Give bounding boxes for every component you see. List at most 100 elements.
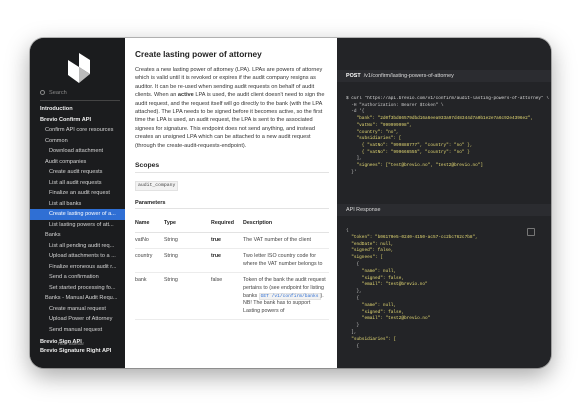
code-line: "signed": false, (346, 275, 404, 281)
code-line: "endDate": null, (346, 241, 394, 247)
code-line: "bank": "2d0f3bd86579dbd16a6eea933a97d48… (346, 116, 534, 122)
sidebar-item-create-audit-requests[interactable]: Create audit requests (30, 167, 125, 178)
code-line: "signees": ["test@brevio.no", "test2@bre… (346, 163, 484, 169)
request-title: POST/v1/confirm/lasting-powers-of-attorn… (346, 73, 454, 79)
main-content: Create lasting power of attorney Creates… (125, 38, 337, 368)
code-line: "signees": [ (346, 255, 383, 261)
code-line: "token": "b06170e5-0240-4150-ac57-cc2bc7… (346, 234, 478, 240)
sidebar-nav: Introduction Brevio Confirm API Confirm AP… (30, 104, 125, 335)
param-type: String (164, 232, 211, 250)
code-line: }' (346, 169, 357, 175)
param-required: true (211, 232, 243, 250)
endpoint-path: /v1/confirm/lasting-powers-of-attorney (363, 73, 454, 79)
sidebar-item-list-all-pending-audit-req[interactable]: List all pending audit req... (30, 241, 125, 252)
sidebar-item-brevio-signature-right-api[interactable]: Brevio Signature Right API (30, 347, 125, 356)
column-header: Type (164, 218, 211, 233)
table-row: country String true Two letter ISO count… (135, 248, 329, 274)
param-description: Two letter ISO country code for where th… (243, 248, 329, 274)
code-line: ], (346, 329, 357, 335)
param-required: false (211, 272, 243, 321)
sidebar-item-list-all-banks[interactable]: List all banks (30, 199, 125, 210)
http-method: POST (346, 73, 361, 79)
endpoint-description: Creates a new lasting power of attorney … (135, 66, 329, 150)
code-line: { (346, 295, 360, 301)
sidebar-item-create-manual-request[interactable]: Create manual request (30, 304, 125, 315)
param-type: String (164, 248, 211, 274)
code-line: "signed": false, (346, 248, 394, 254)
divider (135, 172, 329, 173)
divider (135, 208, 329, 209)
code-line: -d '{ (346, 109, 365, 115)
sidebar-item-confirm-api-core-resources[interactable]: Confirm API core resources (30, 125, 125, 136)
sidebar-item-set-started-processing-fo[interactable]: Set started processing fo... (30, 283, 125, 294)
code-line: { (346, 228, 349, 233)
sidebar-item-banks[interactable]: Banks (30, 230, 125, 241)
param-name: country (135, 248, 164, 274)
sidebar: Search Introduction Brevio Confirm API Con… (30, 38, 125, 368)
column-header: Description (243, 218, 329, 233)
sidebar-item-introduction[interactable]: Introduction (30, 104, 125, 115)
code-line: "email": "test@brevio.no" (346, 282, 428, 288)
sidebar-item-upload-attachments-to-a[interactable]: Upload attachments to a ... (30, 251, 125, 262)
sidebar-item-send-a-confirmation[interactable]: Send a confirmation (30, 272, 125, 283)
param-name: vatNo (135, 232, 164, 250)
code-line: -H "Authorization: Bearer $token" \ (346, 102, 444, 108)
param-description: Token of the bank the audit request pert… (243, 272, 329, 321)
description-bold: active (177, 92, 194, 99)
search-placeholder: Search (49, 90, 67, 96)
sidebar-item-banks-manual-audit-requ[interactable]: Banks - Manual Audit Requ... (30, 293, 125, 304)
sidebar-item-upload-power-of-attorney[interactable]: Upload Power of Attorney (30, 314, 125, 325)
app-window: Search Introduction Brevio Confirm API Con… (30, 38, 551, 368)
sidebar-item-finalize-erroneous-audit-r[interactable]: Finalize erroneous audit r... (30, 262, 125, 273)
code-line: "name": null, (346, 268, 397, 274)
table-row: vatNo String true The VAT number of the … (135, 232, 329, 250)
parameters-table: Name Type Required Description vatNo Str… (135, 218, 329, 321)
code-line: "country": "no", (346, 129, 399, 135)
code-line: } (346, 323, 360, 329)
sidebar-item-list-lasting-powers-of-att[interactable]: List lasting powers of att... (30, 220, 125, 231)
search-input[interactable]: Search (40, 90, 120, 100)
search-underline (40, 100, 120, 101)
sidebar-item-send-manual-request[interactable]: Send manual request (30, 325, 125, 336)
code-line: "name": null, (346, 302, 397, 308)
parameters-heading: Parameters (135, 200, 166, 206)
sidebar-item-common[interactable]: Common (30, 136, 125, 147)
sidebar-item-create-lasting-power-of-a[interactable]: Create lasting power of a... (30, 209, 125, 220)
request-code-block: $ curl "https://api.brevio.com/v1/confir… (346, 96, 550, 176)
page-title: Create lasting power of attorney (135, 49, 262, 59)
table-row: bank String false Token of the bank the … (135, 272, 329, 321)
sidebar-item-list-all-audit-requests[interactable]: List all audit requests (30, 178, 125, 189)
param-type: String (164, 272, 211, 321)
code-line: }, (346, 289, 362, 295)
code-line: { (346, 261, 360, 267)
code-line: { "vatNo": "999666555", "country": "no" … (346, 149, 470, 155)
code-line: "subsidiaries": [ (346, 136, 402, 142)
hide-sidebar-toggle[interactable]: Hide Sidebar (58, 341, 84, 346)
brevio-logo (68, 53, 90, 83)
response-title: API Response (346, 207, 381, 213)
sidebar-item-audit-companies[interactable]: Audit companies (30, 157, 125, 168)
code-line: "subsidiaries": [ (346, 336, 397, 342)
param-required: true (211, 248, 243, 274)
banks-endpoint-link[interactable]: GET /v1/confirm/banks (258, 292, 321, 300)
description-text-2: LPA is used, the audit client doesn't ne… (135, 92, 325, 149)
scopes-heading: Scopes (135, 162, 160, 169)
code-line: "signed": false, (346, 309, 404, 315)
scope-badge: audit_company (135, 181, 179, 191)
code-line: $ curl "https://api.brevio.com/v1/confir… (346, 96, 549, 101)
code-panel: POST/v1/confirm/lasting-powers-of-attorn… (337, 38, 551, 368)
code-line: "vatNo": "999999998", (346, 122, 412, 128)
code-line: ], (346, 156, 362, 162)
search-icon (40, 90, 45, 96)
sidebar-item-finalize-an-audit-request[interactable]: Finalize an audit request (30, 188, 125, 199)
param-name: bank (135, 272, 164, 321)
response-code-block: { "token": "b06170e5-0240-4150-ac57-cc2b… (346, 228, 550, 350)
code-line: { "vatNo": "999888777", "country": "no" … (346, 142, 473, 148)
code-line: "email": "test2@brevio.no" (346, 316, 431, 322)
column-header: Name (135, 218, 164, 233)
sidebar-item-brevio-confirm-api[interactable]: Brevio Confirm API (30, 115, 125, 126)
sidebar-item-download-attachment[interactable]: Download attachment (30, 146, 125, 157)
code-line: { (346, 343, 360, 349)
table-header-row: Name Type Required Description (135, 218, 329, 233)
param-description: The VAT number of the client (243, 232, 329, 250)
